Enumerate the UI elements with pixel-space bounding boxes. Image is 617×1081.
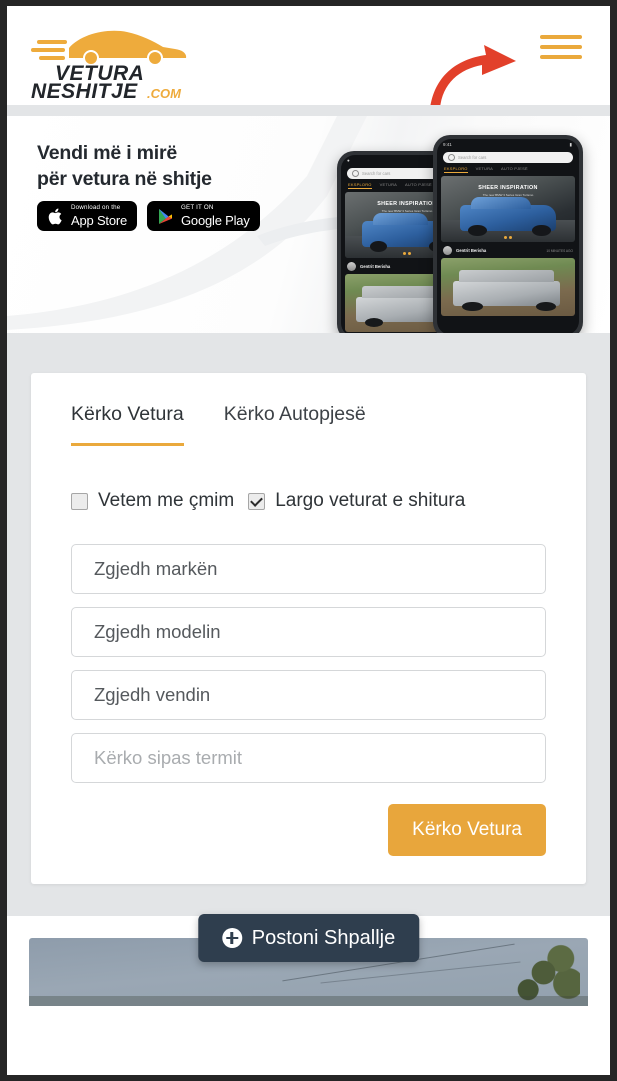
- phone-status-right-front: ▮: [569, 141, 573, 147]
- bottom-section: Postoni Shpallje: [7, 914, 610, 1006]
- checkbox-box-checked[interactable]: [248, 492, 266, 510]
- plus-circle-icon: [221, 928, 242, 948]
- google-play-badge-small: GET IT ON: [181, 204, 214, 212]
- svg-text:.COM: .COM: [147, 86, 182, 98]
- pointer-arrow-icon: [430, 45, 516, 109]
- checkbox-label-largo-veturat: Largo veturat e shitura: [275, 490, 466, 511]
- phone-hero-subtitle-front: The new BMW 3 Series Gran Turismo: [482, 193, 534, 198]
- app-store-badge-big: App Store: [71, 212, 128, 228]
- app-store-badge[interactable]: Download on the App Store: [37, 201, 138, 231]
- post-listing-button-label: Postoni Shpallje: [251, 926, 396, 949]
- browser-viewport: VETURA NESHITJE .COM Vendi më i mirë për…: [7, 6, 610, 1075]
- avatar: [443, 246, 452, 255]
- search-fields: Zgjedh markën Zgjedh modelin Zgjedh vend…: [31, 512, 586, 783]
- phone-status-dot: ●: [347, 158, 350, 163]
- checkbox-largo-veturat-e-shitura[interactable]: Largo veturat e shitura: [248, 490, 465, 512]
- search-card: Kërko Vetura Kërko Autopjesë Vetem me çm…: [31, 373, 586, 884]
- search-filters-checkboxes: Vetem me çmim Largo veturat e shitura: [31, 446, 586, 512]
- banner-headline-line2: për vetura në shitje: [37, 168, 212, 190]
- device-frame: VETURA NESHITJE .COM Vendi më i mirë për…: [0, 0, 617, 1081]
- phone-search-placeholder-back: Search for cars: [362, 171, 391, 176]
- search-icon: [352, 170, 359, 177]
- avatar: [347, 262, 356, 271]
- phone-tab-autopjese-back: AUTO PJESË: [405, 182, 432, 187]
- phone-post-author-front: Gentrit Berisha: [456, 248, 487, 253]
- phone-mockup-front: 9:41 ▮ Search for cars EKSPLORO VETURA AU…: [433, 135, 583, 333]
- hamburger-menu-icon[interactable]: [540, 31, 582, 63]
- select-modeli[interactable]: Zgjedh modelin: [71, 607, 546, 657]
- site-logo[interactable]: VETURA NESHITJE .COM: [29, 14, 209, 98]
- app-store-badge-small: Download on the: [71, 204, 121, 212]
- tab-kerko-vetura[interactable]: Kërko Vetura: [71, 403, 184, 446]
- banner-headline-line1: Vendi më i mirë: [37, 142, 178, 164]
- search-tabs: Kërko Vetura Kërko Autopjesë: [31, 403, 586, 446]
- hamburger-bar-1: [540, 35, 582, 39]
- banner-headline: Vendi më i mirë për vetura në shitje: [37, 140, 212, 192]
- phone-hero-title-front: SHEER INSPIRATION: [478, 185, 538, 192]
- app-store-badges: Download on the App Store GET IT ON Goog…: [37, 201, 260, 231]
- tab-kerko-autopjese[interactable]: Kërko Autopjesë: [224, 403, 366, 446]
- search-term-input[interactable]: Kërko sipas termit: [71, 733, 546, 783]
- phone-tab-vetura-front: VETURA: [475, 166, 494, 171]
- search-submit-button[interactable]: Kërko Vetura: [388, 804, 546, 856]
- checkbox-label-vetem-me-cmim: Vetem me çmim: [98, 490, 235, 511]
- select-modeli-value: Zgjedh modelin: [94, 621, 221, 642]
- search-section: Kërko Vetura Kërko Autopjesë Vetem me çm…: [7, 333, 610, 916]
- select-vendi-value: Zgjedh vendin: [94, 684, 211, 705]
- search-actions: Kërko Vetura: [31, 783, 586, 856]
- post-listing-button[interactable]: Postoni Shpallje: [197, 914, 420, 962]
- ground-strip: [29, 996, 588, 1006]
- phone-tab-autopjese-front: AUTO PJESË: [501, 166, 528, 171]
- svg-text:NESHITJE: NESHITJE: [31, 80, 138, 98]
- google-play-badge[interactable]: GET IT ON Google Play: [147, 201, 260, 231]
- phone-search-placeholder-front: Search for cars: [458, 155, 487, 160]
- phone-mockups: ● ▮ Search for cars EKSPLORO VETURA AUTO …: [337, 129, 583, 333]
- phone-tab-eksploro-front: EKSPLORO: [444, 166, 468, 173]
- select-marka[interactable]: Zgjedh markën: [71, 544, 546, 594]
- google-play-badge-big: Google Play: [181, 212, 250, 228]
- hamburger-bar-2: [540, 45, 582, 49]
- site-header: VETURA NESHITJE .COM: [7, 6, 610, 109]
- hamburger-bar-3: [540, 55, 582, 59]
- phone-tab-eksploro-back: EKSPLORO: [348, 182, 372, 189]
- apple-icon: [48, 208, 62, 224]
- select-marka-value: Zgjedh markën: [94, 558, 218, 579]
- banner-top-strip: [7, 105, 610, 116]
- search-icon: [448, 154, 455, 161]
- phone-post-author-back: Gentrit Berisha: [360, 264, 391, 269]
- checkbox-vetem-me-cmim[interactable]: Vetem me çmim: [71, 490, 234, 512]
- select-vendi[interactable]: Zgjedh vendin: [71, 670, 546, 720]
- search-term-placeholder: Kërko sipas termit: [94, 747, 243, 768]
- app-promo-banner: Vendi më i mirë për vetura në shitje Dow…: [7, 105, 610, 333]
- phone-tab-vetura-back: VETURA: [379, 182, 398, 187]
- phone-post-time-front: 10 MINUTES AGO: [546, 248, 573, 253]
- phone-status-time: 9:41: [443, 142, 452, 147]
- checkbox-box-unchecked[interactable]: [71, 492, 88, 510]
- google-play-icon: [159, 208, 173, 224]
